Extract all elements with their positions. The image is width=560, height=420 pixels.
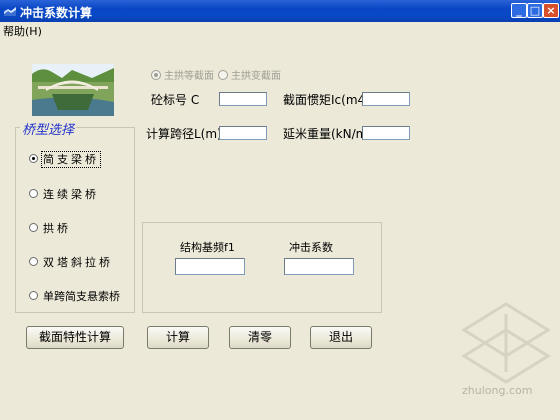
minimize-button[interactable]: _ (511, 3, 527, 18)
clear-button[interactable]: 清零 (229, 326, 291, 349)
bridge-type-title: 桥型选择 (20, 119, 77, 138)
menu-help[interactable]: 帮助(H) (3, 23, 42, 39)
radio-variable-section-label: 主拱变截面 (231, 71, 281, 82)
radio-dot-icon (151, 70, 161, 80)
calc-button[interactable]: 计算 (147, 326, 209, 349)
radio-dot-icon (29, 291, 38, 300)
weight-label: 延米重量(kN/m) (283, 127, 373, 141)
freq-label: 结构基频f1 (180, 241, 235, 254)
bridge-option-label: 单跨简支悬索桥 (43, 290, 120, 303)
minimize-icon: _ (516, 4, 522, 17)
bridge-option-label: 连续梁桥 (43, 188, 99, 201)
inertia-label: 截面惯矩Ic(m4) (283, 93, 370, 107)
bridge-option-label: 拱桥 (43, 222, 71, 235)
maximize-button[interactable]: □ (527, 3, 543, 18)
window-title: 冲击系数计算 (20, 6, 93, 20)
bridge-option-simple-beam[interactable]: 简支梁桥 (29, 151, 101, 168)
bridge-option-suspension[interactable]: 单跨简支悬索桥 (29, 288, 120, 304)
app-icon (4, 7, 16, 16)
impact-field[interactable] (284, 258, 354, 275)
close-button[interactable]: × (543, 3, 559, 18)
radio-dot-icon (29, 223, 38, 232)
impact-label: 冲击系数 (289, 241, 333, 254)
concrete-grade-field[interactable] (219, 92, 267, 106)
radio-dot-icon (29, 257, 38, 266)
span-field[interactable] (219, 126, 267, 140)
maximize-icon: □ (529, 4, 541, 17)
inertia-field[interactable] (362, 92, 410, 106)
close-icon: × (546, 4, 556, 17)
bridge-option-label: 双塔斜拉桥 (43, 256, 113, 269)
radio-dot-icon (218, 70, 228, 80)
bridge-photo (32, 64, 114, 116)
radio-variable-section[interactable]: 主拱变截面 (218, 67, 281, 82)
span-label: 计算跨径L(m) (146, 127, 222, 141)
exit-button[interactable]: 退出 (310, 326, 372, 349)
bridge-option-continuous-beam[interactable]: 连续梁桥 (29, 186, 99, 202)
section-calc-button[interactable]: 截面特性计算 (26, 326, 124, 349)
concrete-grade-label: 砼标号 C (151, 93, 200, 107)
watermark-text: zhulong.com (462, 384, 533, 397)
weight-field[interactable] (362, 126, 410, 140)
radio-dot-icon (29, 154, 38, 163)
radio-dot-icon (29, 189, 38, 198)
title-bar: 冲击系数计算 _ □ × (0, 0, 560, 22)
freq-field[interactable] (175, 258, 245, 275)
radio-equal-section-label: 主拱等截面 (164, 71, 214, 82)
bridge-option-label: 简支梁桥 (41, 151, 101, 168)
bridge-option-cable-stayed[interactable]: 双塔斜拉桥 (29, 254, 113, 270)
menu-bar: 帮助(H) (0, 22, 560, 39)
radio-equal-section[interactable]: 主拱等截面 (151, 67, 214, 82)
bridge-option-arch[interactable]: 拱桥 (29, 220, 71, 236)
